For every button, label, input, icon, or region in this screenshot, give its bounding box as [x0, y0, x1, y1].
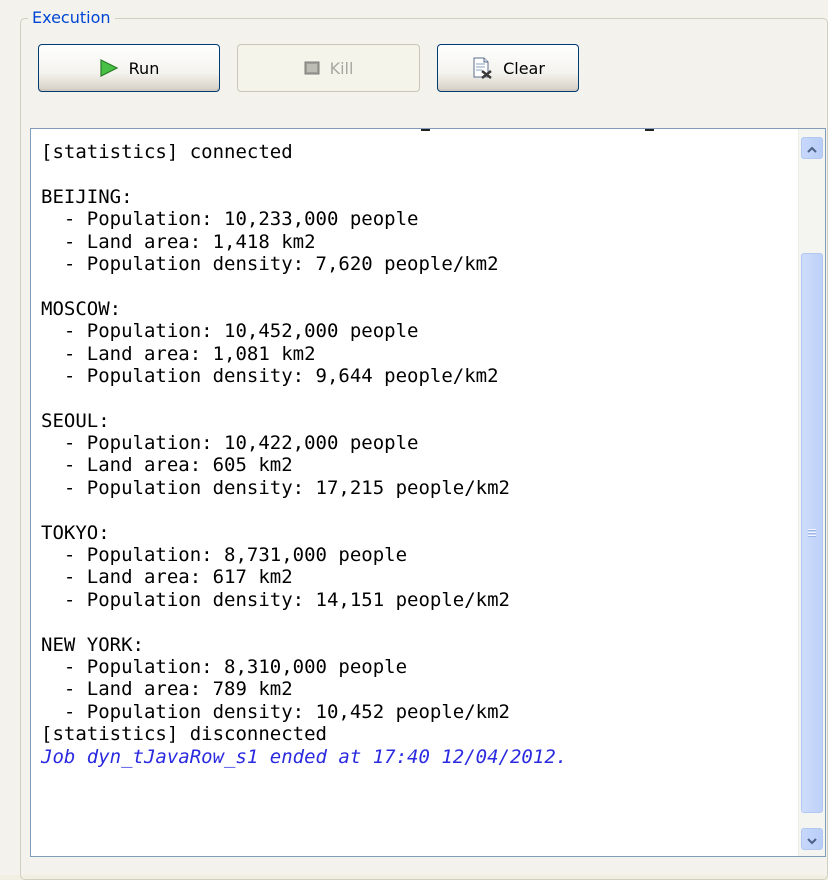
- clear-button[interactable]: Clear: [437, 44, 579, 92]
- run-button-label: Run: [128, 58, 160, 78]
- clipped-text-mark: [421, 129, 430, 131]
- console-line: - Land area: 605 km2: [41, 454, 293, 477]
- console-scrollbar[interactable]: [798, 129, 825, 856]
- console-line: - Land area: 1,081 km2: [41, 342, 316, 365]
- console-line: - Population: 10,233,000 people: [41, 208, 419, 231]
- clear-button-label: Clear: [503, 58, 545, 78]
- stop-icon: [304, 61, 320, 75]
- console-line: [statistics] connected: [41, 141, 293, 163]
- console-line: - Population density: 14,151 people/km2: [41, 588, 510, 611]
- console-line: - Population density: 17,215 people/km2: [41, 476, 510, 499]
- console-line: - Land area: 617 km2: [41, 566, 293, 589]
- console-line: - Population: 10,422,000 people: [41, 432, 419, 455]
- console-line: SEOUL:: [41, 409, 110, 432]
- console-line: - Population: 10,452,000 people: [41, 320, 419, 343]
- console-line: TOKYO:: [41, 521, 110, 544]
- console-output[interactable]: [statistics] connected BEIJING: - Populat…: [30, 128, 826, 857]
- console-line: BEIJING:: [41, 185, 133, 208]
- execution-group-title: Execution: [28, 8, 115, 27]
- clear-document-icon: [471, 57, 493, 79]
- console-line: - Land area: 789 km2: [41, 678, 293, 701]
- console-line: NEW YORK:: [41, 633, 144, 656]
- console-line: - Population density: 9,644 people/km2: [41, 364, 499, 387]
- job-ended-line: Job dyn_tJavaRow_s1 ended at 17:40 12/04…: [41, 745, 568, 768]
- execution-panel: Execution Run Kill Clear [statistics] co…: [0, 0, 828, 880]
- scroll-down-button[interactable]: [801, 828, 823, 850]
- console-line: MOSCOW:: [41, 297, 122, 320]
- grip-icon: [808, 529, 816, 537]
- kill-button[interactable]: Kill: [237, 44, 420, 92]
- play-icon: [99, 59, 119, 77]
- run-button[interactable]: Run: [38, 44, 220, 92]
- chevron-up-icon: [807, 139, 817, 158]
- kill-button-label: Kill: [329, 58, 354, 78]
- clipped-text-mark: [645, 129, 654, 131]
- console-line: - Population density: 10,452 people/km2: [41, 700, 510, 723]
- console-line: - Population: 8,731,000 people: [41, 544, 408, 567]
- console-line: [statistics] disconnected: [41, 723, 327, 746]
- scroll-thumb[interactable]: [801, 253, 823, 813]
- console-line: - Population: 8,310,000 people: [41, 655, 408, 678]
- console-line: - Land area: 1,418 km2: [41, 230, 316, 253]
- chevron-down-icon: [807, 830, 817, 849]
- scroll-up-button[interactable]: [801, 137, 823, 159]
- console-line: - Population density: 7,620 people/km2: [41, 252, 499, 275]
- console-text: [statistics] connected BEIJING: - Populat…: [41, 141, 795, 768]
